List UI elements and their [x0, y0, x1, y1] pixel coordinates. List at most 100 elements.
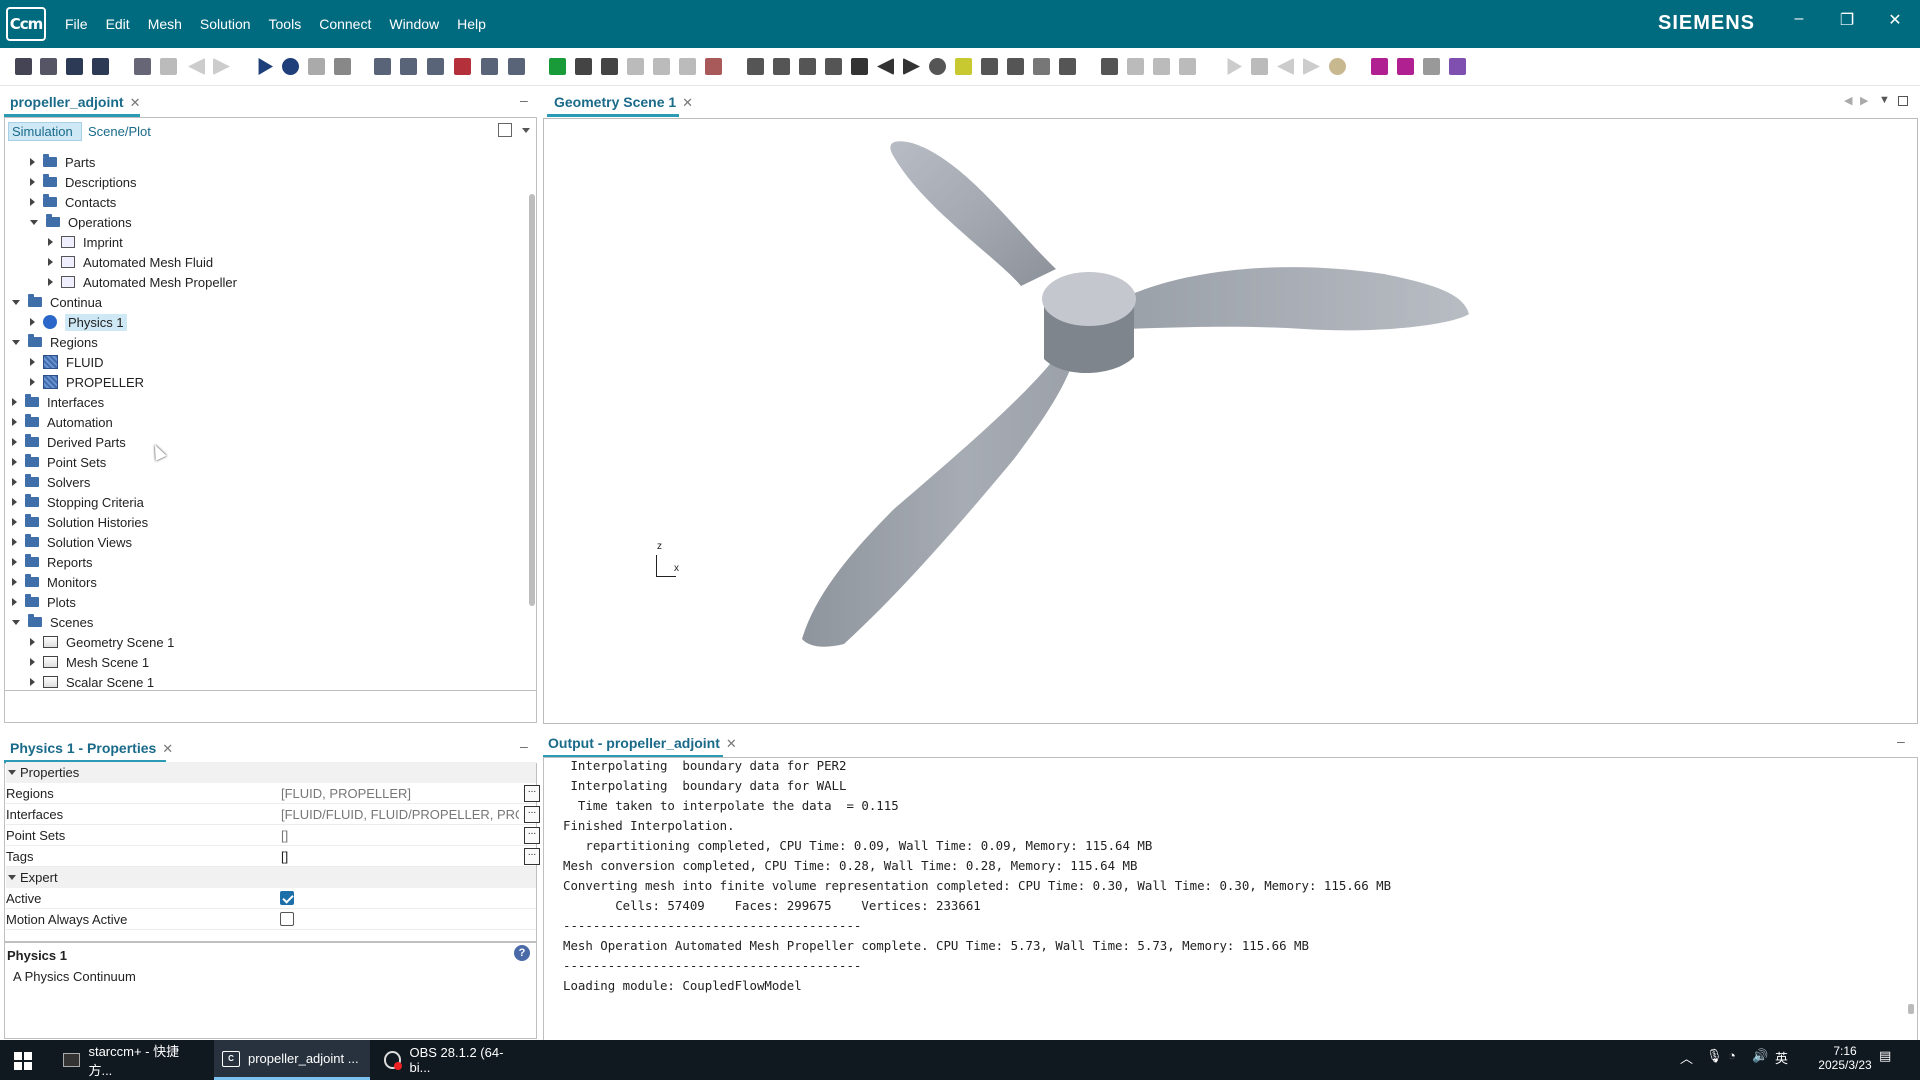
save-all-icon[interactable]	[92, 58, 109, 75]
close-tab-icon[interactable]: ✕	[682, 95, 693, 110]
stop-animation-icon[interactable]	[1251, 58, 1268, 75]
tree-item-reports[interactable]: Reports	[12, 552, 93, 572]
tree-item-mesh-scene-1[interactable]: Mesh Scene 1	[30, 652, 149, 672]
tree-item-solvers[interactable]: Solvers	[12, 472, 90, 492]
expand-chevron-icon[interactable]	[30, 198, 35, 206]
save-icon[interactable]	[66, 58, 83, 75]
tool-a-icon[interactable]	[627, 58, 644, 75]
expand-chevron-icon[interactable]	[30, 378, 35, 386]
tree-item-derived-parts[interactable]: Derived Parts	[12, 432, 126, 452]
section-properties[interactable]: Properties	[6, 762, 536, 783]
close-button[interactable]: ✕	[1880, 10, 1910, 30]
plot-icon[interactable]	[1101, 58, 1118, 75]
expand-chevron-icon[interactable]	[30, 318, 35, 326]
forward-icon[interactable]	[213, 58, 230, 75]
window-icon[interactable]	[1059, 58, 1076, 75]
edit-interfaces-button[interactable]: ...	[524, 805, 540, 823]
expand-chevron-icon[interactable]	[30, 658, 35, 666]
walk-icon[interactable]	[575, 58, 592, 75]
tree-item-descriptions[interactable]: Descriptions	[30, 172, 137, 192]
taskbar-item-obs[interactable]: OBS 28.1.2 (64-bi...	[376, 1040, 528, 1080]
prop-row-interfaces[interactable]: Interfaces [FLUID/FLUID, FLUID/PROPELLER,…	[6, 804, 540, 825]
step-forward-icon[interactable]	[1303, 58, 1320, 75]
tree-item-point-sets[interactable]: Point Sets	[12, 452, 106, 472]
tree-item-automation[interactable]: Automation	[12, 412, 113, 432]
tree-item-operations[interactable]: Operations	[30, 212, 132, 232]
tree-item-automated-mesh-propeller[interactable]: Automated Mesh Propeller	[48, 272, 237, 292]
edit-point-sets-button[interactable]: ...	[524, 826, 540, 844]
select-icon[interactable]	[825, 58, 842, 75]
play-animation-icon[interactable]	[1227, 58, 1242, 75]
expand-chevron-icon[interactable]	[12, 438, 17, 446]
tab-list-chevron-icon[interactable]: ▼	[1879, 94, 1890, 106]
expand-chevron-icon[interactable]	[12, 558, 17, 566]
tray-chevron-icon[interactable]: ︿	[1680, 1048, 1693, 1067]
zoom-icon[interactable]	[799, 58, 816, 75]
menu-file[interactable]: File	[56, 16, 97, 32]
next-view-icon[interactable]	[903, 58, 920, 75]
menu-connect[interactable]: Connect	[310, 16, 380, 32]
ruler-icon[interactable]	[981, 58, 998, 75]
scroll-tabs-right-icon[interactable]: ▶	[1860, 94, 1868, 107]
menu-mesh[interactable]: Mesh	[139, 16, 191, 32]
tab-output[interactable]: Output - propeller_adjoint ✕	[548, 735, 737, 752]
expand-chevron-icon[interactable]	[30, 638, 35, 646]
table-icon[interactable]	[1007, 58, 1024, 75]
section-expert[interactable]: Expert	[6, 867, 536, 888]
tree-item-propeller[interactable]: PROPELLER	[30, 372, 144, 392]
mesh-icon[interactable]	[374, 58, 391, 75]
expand-chevron-icon[interactable]	[12, 578, 17, 586]
collapse-chevron-icon[interactable]	[12, 619, 20, 625]
tree-item-scenes[interactable]: Scenes	[12, 612, 93, 632]
tree-item-monitors[interactable]: Monitors	[12, 572, 97, 592]
pointer-icon[interactable]	[1423, 58, 1440, 75]
tab-geometry-scene[interactable]: Geometry Scene 1 ✕	[554, 94, 693, 111]
tree-options-icon[interactable]	[498, 123, 512, 137]
tree-item-fluid[interactable]: FLUID	[30, 352, 104, 372]
run-figure-icon[interactable]	[601, 58, 618, 75]
expand-chevron-icon[interactable]	[12, 398, 17, 406]
menu-window[interactable]: Window	[380, 16, 448, 32]
tree-menu-chevron-icon[interactable]	[522, 128, 530, 133]
clock[interactable]: 7:16 2025/3/23	[1815, 1044, 1875, 1072]
camera-icon[interactable]	[851, 58, 868, 75]
run-icon[interactable]	[258, 58, 273, 75]
tree-item-solution-histories[interactable]: Solution Histories	[12, 512, 148, 532]
parts-icon[interactable]	[481, 58, 498, 75]
expand-chevron-icon[interactable]	[48, 238, 53, 246]
tree-item-stopping-criteria[interactable]: Stopping Criteria	[12, 492, 144, 512]
edit-tags-button[interactable]: ...	[524, 847, 540, 865]
scene-viewport[interactable]: z x	[543, 118, 1918, 724]
copy-icon[interactable]	[134, 58, 151, 75]
step-back-icon[interactable]	[1277, 58, 1294, 75]
minimize-button[interactable]: –	[1784, 10, 1814, 28]
tree-item-physics-1[interactable]: Physics 1	[30, 312, 127, 332]
paste-icon[interactable]	[160, 58, 177, 75]
tree-item-geometry-scene-1[interactable]: Geometry Scene 1	[30, 632, 174, 652]
pause-icon[interactable]	[308, 58, 325, 75]
expand-chevron-icon[interactable]	[48, 258, 53, 266]
tree-item-solution-views[interactable]: Solution Views	[12, 532, 132, 552]
menu-help[interactable]: Help	[448, 16, 495, 32]
prop-row-tags[interactable]: Tags []...	[6, 846, 540, 867]
fit-icon[interactable]	[773, 58, 790, 75]
tree-item-contacts[interactable]: Contacts	[30, 192, 116, 212]
expand-chevron-icon[interactable]	[12, 498, 17, 506]
magenta-b-icon[interactable]	[1397, 58, 1414, 75]
tree-item-imprint[interactable]: Imprint	[48, 232, 123, 252]
expand-chevron-icon[interactable]	[12, 458, 17, 466]
collapse-chevron-icon[interactable]	[12, 339, 20, 345]
expand-chevron-icon[interactable]	[12, 418, 17, 426]
close-tab-icon[interactable]: ✕	[162, 741, 173, 756]
record-icon[interactable]	[1329, 58, 1346, 75]
plot-b-icon[interactable]	[1127, 58, 1144, 75]
expand-chevron-icon[interactable]	[30, 678, 35, 686]
collapse-chevron-icon[interactable]	[30, 219, 38, 225]
expand-chevron-icon[interactable]	[30, 178, 35, 186]
menu-edit[interactable]: Edit	[97, 16, 139, 32]
prop-row-regions[interactable]: Regions [FLUID, PROPELLER]...	[6, 783, 540, 804]
back-icon[interactable]	[188, 58, 205, 75]
expand-chevron-icon[interactable]	[30, 158, 35, 166]
collapse-chevron-icon[interactable]	[12, 299, 20, 305]
tab-properties[interactable]: Physics 1 - Properties ✕	[10, 740, 173, 757]
